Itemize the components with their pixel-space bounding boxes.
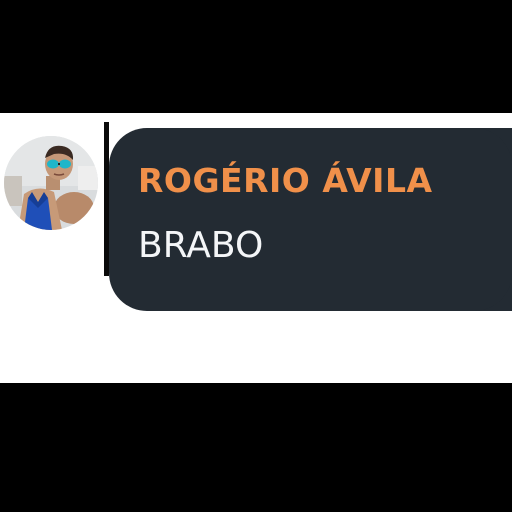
sender-name: ROGÉRIO ÁVILA <box>138 161 433 200</box>
message-bubble[interactable]: ROGÉRIO ÁVILA BRABO <box>109 128 512 311</box>
avatar[interactable] <box>4 136 98 230</box>
profile-photo-icon <box>4 136 98 230</box>
message-text: BRABO <box>138 225 264 266</box>
